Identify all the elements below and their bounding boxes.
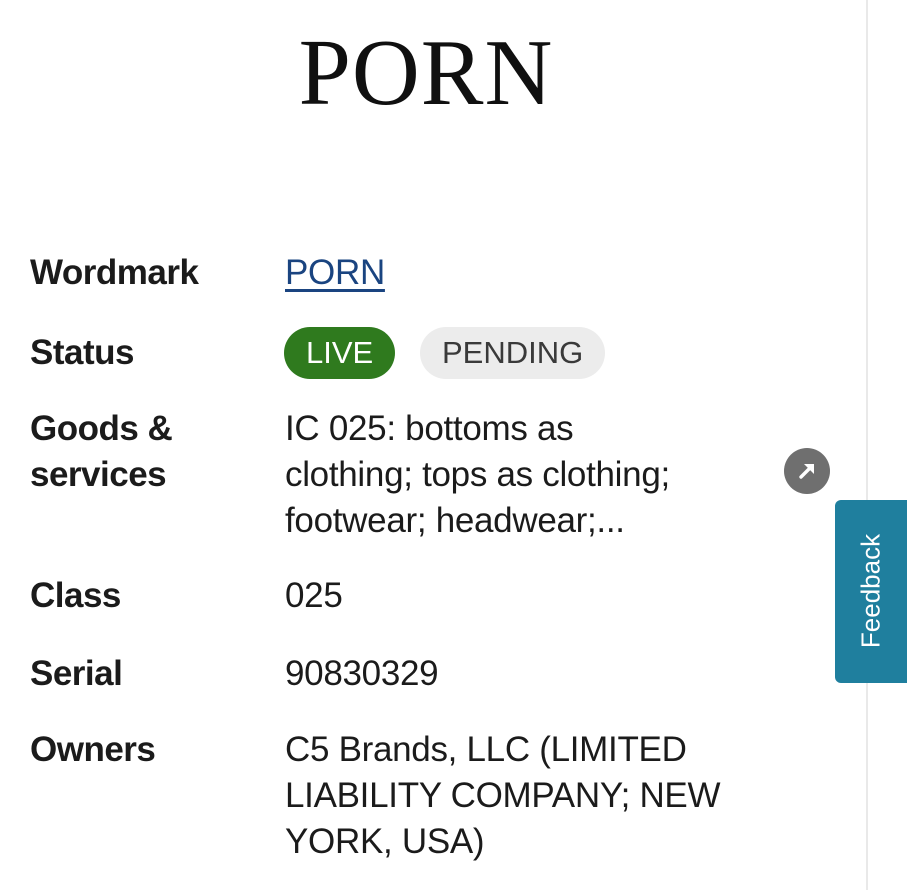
goods-value-line: IC 025: bottoms as: [285, 409, 574, 448]
class-label: Class: [30, 576, 121, 615]
serial-value: 90830329: [285, 654, 439, 693]
owners-value-line: YORK, USA): [285, 822, 485, 861]
goods-value-line: footwear; headwear;...: [285, 501, 625, 540]
trademark-image: PORN: [298, 21, 554, 125]
arrow-up-right-icon: [799, 464, 814, 479]
expand-goods-button[interactable]: [784, 448, 830, 494]
status-badge-pending: PENDING: [420, 327, 606, 379]
wordmark-value: PORN: [285, 250, 385, 296]
wordmark-label: Wordmark: [30, 253, 199, 292]
goods-value-line: clothing; tops as clothing;: [285, 455, 670, 494]
goods-services-label: Goods & services: [30, 406, 173, 498]
goods-services-value: IC 025: bottoms as clothing; tops as clo…: [285, 406, 765, 544]
class-value: 025: [285, 576, 343, 615]
goods-label-line: services: [30, 455, 167, 494]
feedback-tab[interactable]: Feedback: [835, 500, 907, 683]
owners-value-line: LIABILITY COMPANY; NEW: [285, 776, 721, 815]
wordmark-link[interactable]: PORN: [285, 253, 385, 292]
owners-label: Owners: [30, 730, 156, 769]
status-badge-live: LIVE: [284, 327, 396, 379]
serial-label: Serial: [30, 654, 123, 693]
feedback-tab-label: Feedback: [855, 533, 886, 649]
goods-label-line: Goods &: [30, 409, 173, 448]
status-label: Status: [30, 333, 134, 372]
owners-value-line: C5 Brands, LLC (LIMITED: [285, 730, 687, 769]
panel-divider: [866, 0, 868, 890]
owners-value: C5 Brands, LLC (LIMITED LIABILITY COMPAN…: [285, 727, 721, 865]
